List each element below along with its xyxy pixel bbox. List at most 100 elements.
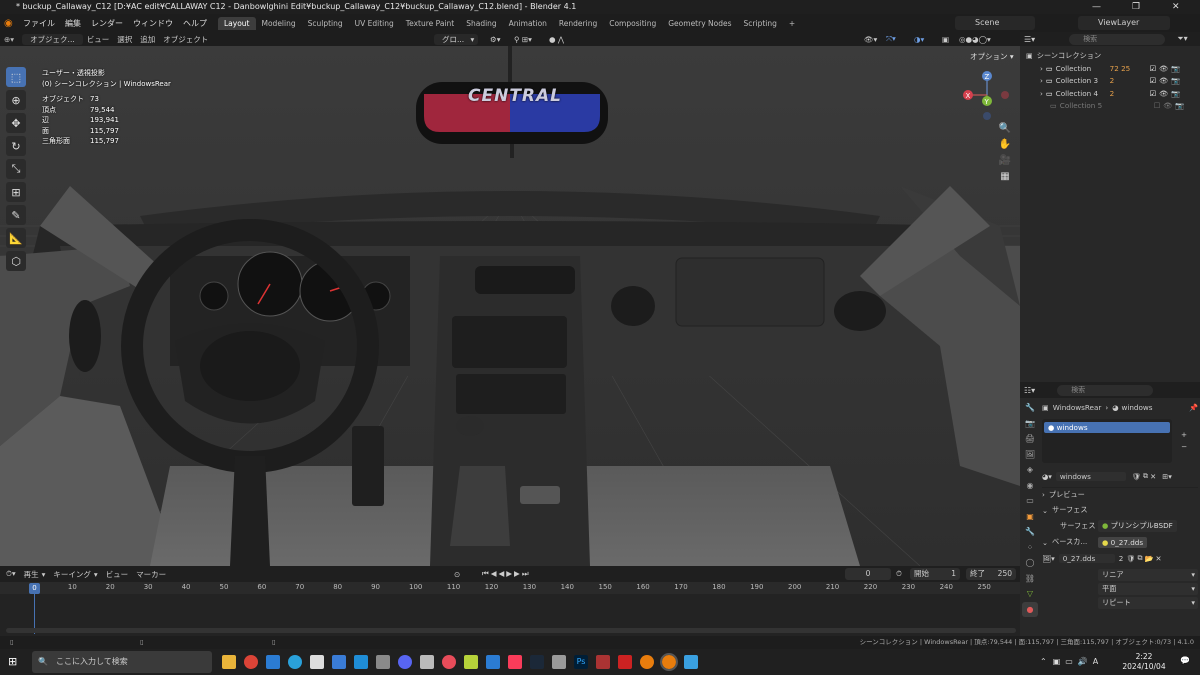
checkbox-icon[interactable]: ☑ [1150, 88, 1156, 101]
telegram-icon[interactable] [288, 655, 302, 669]
menu-marker[interactable]: マーカー [136, 569, 166, 580]
viewlayer-selector[interactable]: ViewLayer [1078, 16, 1170, 30]
taskbar-search-input[interactable]: 🔍 ここに入力して検索 [32, 651, 212, 673]
options-menu[interactable]: オプション ▾ [970, 51, 1014, 62]
material-browse-icon[interactable]: ◕▾ [1042, 472, 1052, 481]
material-slot-item[interactable]: ● windows [1044, 422, 1170, 433]
photoshop-icon[interactable]: Ps [574, 655, 588, 669]
app-icon[interactable] [442, 655, 456, 669]
outliner-search-input[interactable]: 検索 [1069, 33, 1166, 45]
pin-icon[interactable]: 📌 [1189, 403, 1198, 412]
camera-render-icon[interactable]: 📷 [1175, 100, 1184, 113]
fake-user-icon[interactable]: 🛡 [1132, 472, 1141, 481]
projection-select[interactable]: 平面 ▾ [1098, 583, 1198, 595]
move-tool-icon[interactable]: ✥ [6, 113, 26, 133]
menu-help[interactable]: ヘルプ [178, 18, 212, 29]
menu-edit[interactable]: 編集 [60, 18, 86, 29]
duplicate-icon[interactable]: ⧉ [1143, 471, 1148, 481]
filter-icon[interactable]: ⏷▾ [1177, 34, 1187, 44]
unlink-icon[interactable]: ✕ [1150, 472, 1156, 481]
grid-icon[interactable]: ▦ [997, 168, 1013, 184]
network-icon[interactable]: ▭ [1065, 657, 1073, 666]
outliner-row-collection-3[interactable]: › ▭ Collection 3 2 ☑ 👁 📷 [1026, 75, 1194, 88]
outliner-row-collection-4[interactable]: › ▭ Collection 4 2 ☑ 👁 📷 [1026, 88, 1194, 101]
end-frame-field[interactable]: 終了 250 [966, 568, 1016, 580]
clock-icon[interactable]: ⏱ [896, 569, 902, 579]
eye-icon[interactable]: 👁 [1159, 88, 1168, 101]
menu-object[interactable]: オブジェクト [159, 34, 212, 45]
select-box-tool-icon[interactable]: ⬚ [6, 67, 26, 87]
store-icon[interactable] [266, 655, 280, 669]
discord-icon[interactable] [398, 655, 412, 669]
add-workspace-button[interactable]: + [783, 17, 801, 30]
checkbox-icon[interactable]: ☑ [1150, 75, 1156, 88]
overlay-toggle-icon[interactable]: ◑▾ [910, 35, 928, 44]
tab-shading[interactable]: Shading [460, 17, 502, 30]
surface-panel-header[interactable]: ⌄ サーフェス [1042, 503, 1198, 517]
music-icon[interactable] [508, 655, 522, 669]
slot-link-icon[interactable]: ⊞▾ [1162, 472, 1172, 481]
interpolation-select[interactable]: リニア ▾ [1098, 569, 1198, 581]
pivot-icon[interactable]: ⚙▾ [486, 35, 505, 44]
app-icon[interactable] [618, 655, 632, 669]
3d-viewport[interactable]: CENTRAL ユーザー・透視投影 (0) シーンコレクション | Window… [0, 46, 1020, 566]
particles-tab-icon[interactable]: ⁘ [1022, 540, 1038, 556]
ime-icon[interactable]: A [1093, 657, 1098, 666]
blender-logo-icon[interactable]: ◉ [4, 18, 18, 29]
extension-select[interactable]: リピート ▾ [1098, 597, 1198, 609]
app-icon[interactable] [464, 655, 478, 669]
outliner-row-collection-5[interactable]: ▭ Collection 5 ☐ 👁 📷 [1026, 100, 1194, 113]
data-tab-icon[interactable]: ▽ [1022, 586, 1038, 602]
tab-animation[interactable]: Animation [503, 17, 553, 30]
scene-collection-row[interactable]: ▣ シーンコレクション [1026, 50, 1194, 63]
mode-selector[interactable]: オブジェク... [22, 33, 83, 45]
material-name-field[interactable]: windows [1055, 471, 1126, 481]
notification-icon[interactable]: 💬 [1180, 656, 1190, 665]
outliner-row-collection[interactable]: › ▭ Collection 72 25 ☑ 👁 📷 [1026, 63, 1194, 76]
cursor-tool-icon[interactable]: ⊕ [6, 90, 26, 110]
tab-rendering[interactable]: Rendering [553, 17, 603, 30]
camera-render-icon[interactable]: 📷 [1171, 63, 1180, 76]
output-tab-icon[interactable]: 🖨 [1022, 431, 1038, 447]
app-icon[interactable] [376, 655, 390, 669]
unlink-icon[interactable]: ✕ [1156, 554, 1162, 563]
menu-file[interactable]: ファイル [18, 18, 60, 29]
gamepad-icon[interactable] [310, 655, 324, 669]
shading-modes[interactable]: ◎●◕◯▾ [955, 35, 995, 44]
close-button[interactable]: ✕ [1172, 0, 1180, 14]
app-icon[interactable] [420, 655, 434, 669]
file-explorer-icon[interactable] [222, 655, 236, 669]
open-folder-icon[interactable]: 📂 [1145, 554, 1154, 563]
app-icon[interactable] [596, 655, 610, 669]
tray-up-icon[interactable]: ⌃ [1040, 657, 1047, 666]
zoom-icon[interactable]: 🔍 [997, 120, 1013, 136]
proportional-edit-icon[interactable]: ● ⋀ [545, 35, 568, 44]
taskbar-clock[interactable]: 2:22 2024/10/04 [1118, 652, 1170, 672]
xray-icon[interactable]: ▣ [938, 35, 953, 44]
blender-icon[interactable] [640, 655, 654, 669]
tab-layout[interactable]: Layout [218, 16, 256, 30]
properties-search-input[interactable]: 検索 [1057, 384, 1154, 396]
app-icon[interactable] [354, 655, 368, 669]
collection-tab-icon[interactable]: ▭ [1022, 493, 1038, 509]
menu-playback[interactable]: 再生 [24, 569, 39, 580]
pan-hand-icon[interactable]: ✋ [997, 136, 1013, 152]
world-tab-icon[interactable]: ◉ [1022, 478, 1038, 494]
base-color-texture-field[interactable]: ● 0_27.dds [1098, 536, 1148, 548]
surface-shader-field[interactable]: ● プリンシプルBSDF [1098, 520, 1177, 532]
frame-ruler[interactable]: 0 10 20 30 40 50 60 70 80 90 100 110 120 130 140 150 160… [0, 582, 1020, 594]
remove-slot-button[interactable]: − [1178, 441, 1190, 453]
tab-compositing[interactable]: Compositing [603, 17, 662, 30]
gizmo-toggle-icon[interactable]: ⤧▾ [882, 34, 900, 44]
scale-tool-icon[interactable]: ⤡ [6, 159, 26, 179]
menu-window[interactable]: ウィンドウ [128, 18, 178, 29]
tray-app-icon[interactable]: ▣ [1053, 657, 1061, 666]
image-name-field[interactable]: 0_27.dds [1058, 553, 1115, 563]
editor-type-icon[interactable]: ⊕▾ [0, 35, 18, 44]
camera-render-icon[interactable]: 📷 [1171, 88, 1180, 101]
measure-tool-icon[interactable]: 📐 [6, 228, 26, 248]
app-icon[interactable] [552, 655, 566, 669]
playhead-frame-badge[interactable]: 0 [29, 583, 40, 594]
tab-geometry-nodes[interactable]: Geometry Nodes [662, 17, 737, 30]
minimize-button[interactable]: — [1092, 0, 1101, 14]
